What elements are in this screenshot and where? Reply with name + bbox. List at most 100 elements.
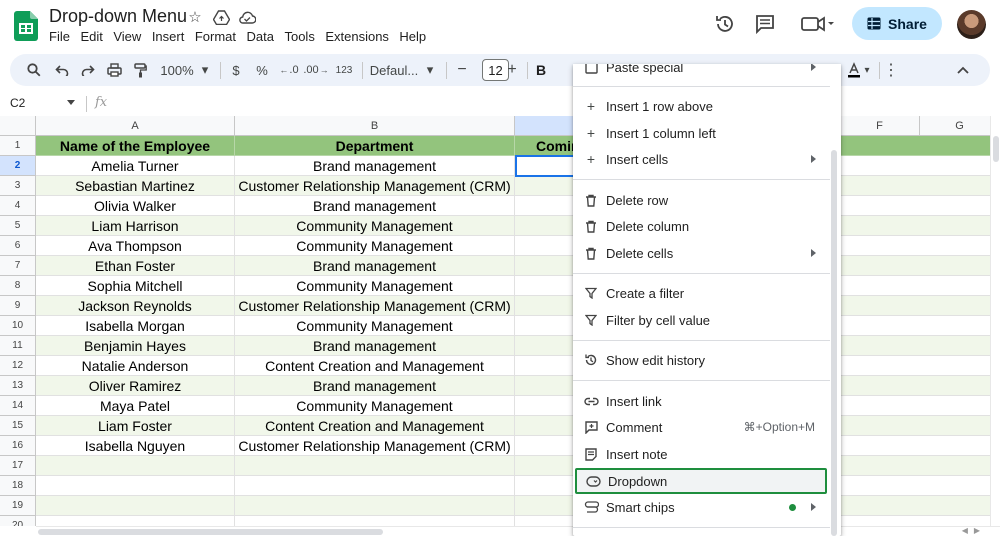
department-cell[interactable]: Customer Relationship Management (CRM): [235, 436, 515, 456]
menu-tools[interactable]: Tools: [284, 29, 323, 44]
menu-scrollbar[interactable]: [831, 150, 837, 536]
name-cell[interactable]: Maya Patel: [36, 396, 235, 416]
menu-help[interactable]: Help: [399, 29, 434, 44]
name-cell[interactable]: Jackson Reynolds: [36, 296, 235, 316]
department-cell[interactable]: Content Creation and Management: [235, 416, 515, 436]
row-header[interactable]: 13: [0, 376, 36, 396]
row-header[interactable]: 5: [0, 216, 36, 236]
undo-icon[interactable]: [52, 54, 72, 86]
name-cell[interactable]: Oliver Ramirez: [36, 376, 235, 396]
menu-data[interactable]: Data: [247, 29, 283, 44]
star-icon[interactable]: ☆: [186, 8, 204, 26]
format-percent-button[interactable]: %: [254, 54, 270, 86]
sheets-logo[interactable]: [14, 11, 38, 41]
horizontal-scroll-thumb[interactable]: [38, 529, 383, 535]
comments-icon[interactable]: [753, 12, 777, 36]
menu-view[interactable]: View: [113, 29, 149, 44]
zoom-select[interactable]: 100%: [160, 54, 194, 86]
empty-cell[interactable]: [235, 496, 515, 516]
name-cell[interactable]: Natalie Anderson: [36, 356, 235, 376]
name-cell[interactable]: Isabella Nguyen: [36, 436, 235, 456]
department-cell[interactable]: Brand management: [235, 196, 515, 216]
name-cell[interactable]: Sebastian Martinez: [36, 176, 235, 196]
empty-cell[interactable]: [36, 456, 235, 476]
select-all-corner[interactable]: [0, 116, 36, 136]
bold-button[interactable]: B: [533, 54, 549, 86]
header-cell-department[interactable]: Department: [235, 136, 515, 156]
department-cell[interactable]: Customer Relationship Management (CRM): [235, 296, 515, 316]
menu-item-insert-note[interactable]: Insert note: [573, 441, 830, 467]
row-header[interactable]: 1: [0, 136, 36, 156]
row-header[interactable]: 20: [0, 516, 36, 526]
empty-cell[interactable]: [235, 516, 515, 526]
row-header[interactable]: 15: [0, 416, 36, 436]
name-cell[interactable]: Olivia Walker: [36, 196, 235, 216]
column-header-a[interactable]: A: [36, 116, 235, 136]
department-cell[interactable]: Content Creation and Management: [235, 356, 515, 376]
department-cell[interactable]: Brand management: [235, 336, 515, 356]
menu-extensions[interactable]: Extensions: [325, 29, 397, 44]
redo-icon[interactable]: [78, 54, 98, 86]
menu-item-dropdown[interactable]: Dropdown: [575, 468, 827, 494]
decrease-decimal-button[interactable]: ← .0: [278, 54, 300, 86]
row-header[interactable]: 2: [0, 156, 36, 176]
menu-item-insert-link[interactable]: Insert link: [573, 388, 830, 414]
increase-font-size-button[interactable]: +: [504, 54, 520, 86]
menu-format[interactable]: Format: [195, 29, 245, 44]
department-cell[interactable]: Community Management: [235, 316, 515, 336]
name-cell[interactable]: Sophia Mitchell: [36, 276, 235, 296]
department-cell[interactable]: Brand management: [235, 156, 515, 176]
column-header-g[interactable]: G: [920, 116, 1000, 136]
row-header[interactable]: 3: [0, 176, 36, 196]
name-cell[interactable]: Isabella Morgan: [36, 316, 235, 336]
department-cell[interactable]: Brand management: [235, 376, 515, 396]
row-header[interactable]: 9: [0, 296, 36, 316]
row-header[interactable]: 4: [0, 196, 36, 216]
selected-cell-c2[interactable]: [515, 155, 575, 177]
text-color-caret-icon[interactable]: ▾: [862, 54, 872, 86]
name-cell[interactable]: Ethan Foster: [36, 256, 235, 276]
menu-item-comment[interactable]: Comment ⌘+Option+M: [573, 414, 830, 440]
increase-decimal-button[interactable]: .00 →: [303, 54, 329, 86]
empty-cell[interactable]: [235, 476, 515, 496]
row-header[interactable]: 14: [0, 396, 36, 416]
menu-item-insert-row-above[interactable]: + Insert 1 row above: [573, 93, 830, 119]
department-cell[interactable]: Community Management: [235, 276, 515, 296]
row-header[interactable]: 19: [0, 496, 36, 516]
row-header[interactable]: 6: [0, 236, 36, 256]
scroll-arrows-icon[interactable]: ◀▶: [962, 526, 986, 535]
menu-insert[interactable]: Insert: [152, 29, 193, 44]
header-cell-name[interactable]: Name of the Employee: [36, 136, 235, 156]
row-header[interactable]: 7: [0, 256, 36, 276]
department-cell[interactable]: Customer Relationship Management (CRM): [235, 176, 515, 196]
move-to-drive-icon[interactable]: [212, 8, 230, 26]
menu-file[interactable]: File: [49, 29, 78, 44]
department-cell[interactable]: Community Management: [235, 216, 515, 236]
name-cell[interactable]: Benjamin Hayes: [36, 336, 235, 356]
name-cell[interactable]: Ava Thompson: [36, 236, 235, 256]
row-header[interactable]: 10: [0, 316, 36, 336]
department-cell[interactable]: Community Management: [235, 236, 515, 256]
font-select[interactable]: Defaul...: [370, 54, 418, 86]
empty-cell[interactable]: [235, 456, 515, 476]
row-header[interactable]: 8: [0, 276, 36, 296]
menu-item-create-filter[interactable]: Create a filter: [573, 280, 830, 306]
decrease-font-size-button[interactable]: −: [454, 54, 470, 86]
name-cell[interactable]: Amelia Turner: [36, 156, 235, 176]
name-cell[interactable]: Liam Harrison: [36, 216, 235, 236]
search-menus-icon[interactable]: [24, 54, 44, 86]
zoom-caret-icon[interactable]: ▾: [199, 54, 211, 86]
horizontal-scrollbar[interactable]: ◀▶: [36, 526, 1000, 536]
row-header[interactable]: 12: [0, 356, 36, 376]
department-cell[interactable]: Brand management: [235, 256, 515, 276]
empty-cell[interactable]: [36, 476, 235, 496]
font-caret-icon[interactable]: ▾: [424, 54, 436, 86]
vertical-scrollbar[interactable]: [990, 116, 1000, 526]
name-box-caret-icon[interactable]: [67, 100, 75, 105]
menu-item-filter-by-cell-value[interactable]: Filter by cell value: [573, 307, 830, 333]
menu-item-delete-row[interactable]: Delete row: [573, 187, 830, 213]
empty-cell[interactable]: [36, 496, 235, 516]
menu-item-insert-column-left[interactable]: + Insert 1 column left: [573, 120, 830, 146]
format-currency-button[interactable]: $: [228, 54, 244, 86]
column-header-f[interactable]: F: [840, 116, 920, 136]
